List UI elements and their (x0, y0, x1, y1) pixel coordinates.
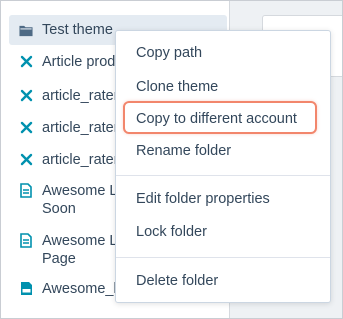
menu-divider (116, 175, 330, 176)
menu-item-edit-folder-properties[interactable]: Edit folder properties (136, 191, 270, 207)
tree-item-label: article_rater (42, 152, 119, 168)
tree-item-label: Awesome L Page (42, 233, 117, 267)
menu-item-rename-folder[interactable]: Rename folder (136, 143, 231, 159)
tree-item-label: article_rater (42, 120, 119, 136)
tree-item-label: article_rater (42, 88, 119, 104)
tree-item-label: Awesome L Soon (42, 183, 117, 217)
module-icon (19, 53, 33, 69)
tree-item-label: Awesome_l (42, 281, 117, 297)
menu-item-delete-folder[interactable]: Delete folder (136, 273, 218, 289)
file-manager-window: Test theme Article prod article_rater ar… (0, 0, 343, 319)
module-icon (19, 119, 33, 135)
menu-item-copy-path[interactable]: Copy path (136, 45, 202, 61)
css-file-icon (19, 280, 33, 296)
menu-divider (116, 257, 330, 258)
menu-item-lock-folder[interactable]: Lock folder (136, 224, 207, 240)
tree-item-label: Article prod (42, 54, 116, 70)
folder-icon (19, 22, 33, 38)
page-template-icon (19, 232, 33, 248)
module-icon (19, 87, 33, 103)
context-menu: Copy path Clone theme Copy to different … (115, 30, 331, 303)
tree-item-label: Test theme (42, 21, 113, 38)
highlight-annotation (123, 101, 317, 134)
module-icon (19, 151, 33, 167)
menu-item-clone-theme[interactable]: Clone theme (136, 79, 218, 95)
page-template-icon (19, 182, 33, 198)
